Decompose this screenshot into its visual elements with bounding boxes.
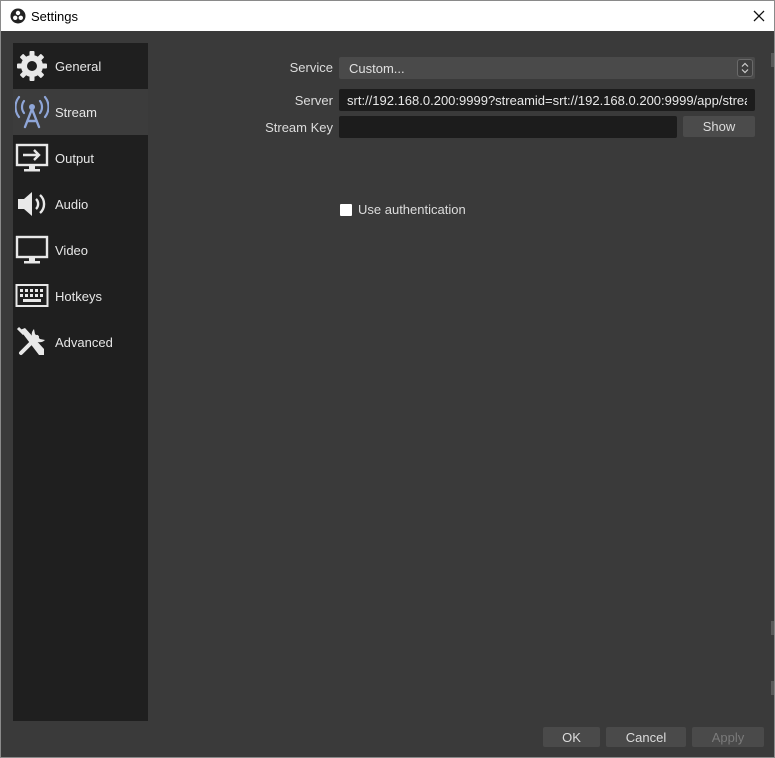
service-label: Service bbox=[289, 60, 333, 75]
sidebar-item-output[interactable]: Output bbox=[13, 135, 148, 181]
obs-logo-icon bbox=[10, 8, 26, 24]
output-monitor-icon bbox=[15, 141, 49, 175]
close-icon bbox=[753, 10, 765, 22]
use-authentication-label: Use authentication bbox=[358, 202, 466, 217]
server-input[interactable] bbox=[339, 89, 755, 111]
close-button[interactable] bbox=[744, 1, 774, 31]
resize-grip[interactable] bbox=[771, 621, 774, 635]
server-label: Server bbox=[294, 93, 333, 108]
ok-button[interactable]: OK bbox=[543, 727, 600, 747]
checkbox-box[interactable] bbox=[340, 203, 352, 216]
sidebar-item-stream[interactable]: Stream bbox=[13, 89, 148, 135]
dropdown-spinner-icon bbox=[737, 59, 753, 77]
sidebar-item-label: General bbox=[55, 58, 102, 74]
sidebar-item-label: Advanced bbox=[55, 334, 113, 350]
cancel-button[interactable]: Cancel bbox=[606, 727, 686, 747]
sidebar-item-label: Hotkeys bbox=[55, 288, 102, 304]
resize-grip[interactable] bbox=[771, 681, 774, 695]
stream-key-input[interactable] bbox=[339, 116, 677, 138]
sidebar-item-label: Output bbox=[55, 150, 95, 166]
sidebar-item-label: Audio bbox=[55, 196, 89, 212]
show-key-button[interactable]: Show bbox=[683, 116, 755, 137]
monitor-icon bbox=[15, 233, 49, 267]
resize-grip[interactable] bbox=[771, 53, 774, 67]
service-dropdown[interactable]: Custom... bbox=[339, 57, 755, 79]
sidebar-item-advanced[interactable]: Advanced bbox=[13, 319, 148, 365]
title-bar[interactable]: Settings bbox=[1, 1, 774, 31]
sidebar-item-audio[interactable]: Audio bbox=[13, 181, 148, 227]
settings-window: Settings General Stream Output Audio Vid… bbox=[0, 0, 775, 758]
sidebar-item-video[interactable]: Video bbox=[13, 227, 148, 273]
sidebar-item-general[interactable]: General bbox=[13, 43, 148, 89]
gear-icon bbox=[15, 49, 49, 83]
use-authentication-checkbox[interactable]: Use authentication bbox=[340, 202, 466, 217]
tools-icon bbox=[15, 325, 49, 359]
stream-key-label: Stream Key bbox=[265, 120, 333, 135]
sidebar-item-hotkeys[interactable]: Hotkeys bbox=[13, 273, 148, 319]
antenna-icon bbox=[15, 95, 49, 129]
keyboard-icon bbox=[15, 279, 49, 313]
settings-sidebar: General Stream Output Audio Video Hotkey… bbox=[13, 43, 148, 721]
sidebar-item-label: Video bbox=[55, 242, 89, 258]
service-value: Custom... bbox=[349, 60, 405, 76]
speaker-icon bbox=[15, 187, 49, 221]
apply-button[interactable]: Apply bbox=[692, 727, 764, 747]
window-title: Settings bbox=[31, 8, 78, 24]
sidebar-item-label: Stream bbox=[55, 104, 97, 120]
